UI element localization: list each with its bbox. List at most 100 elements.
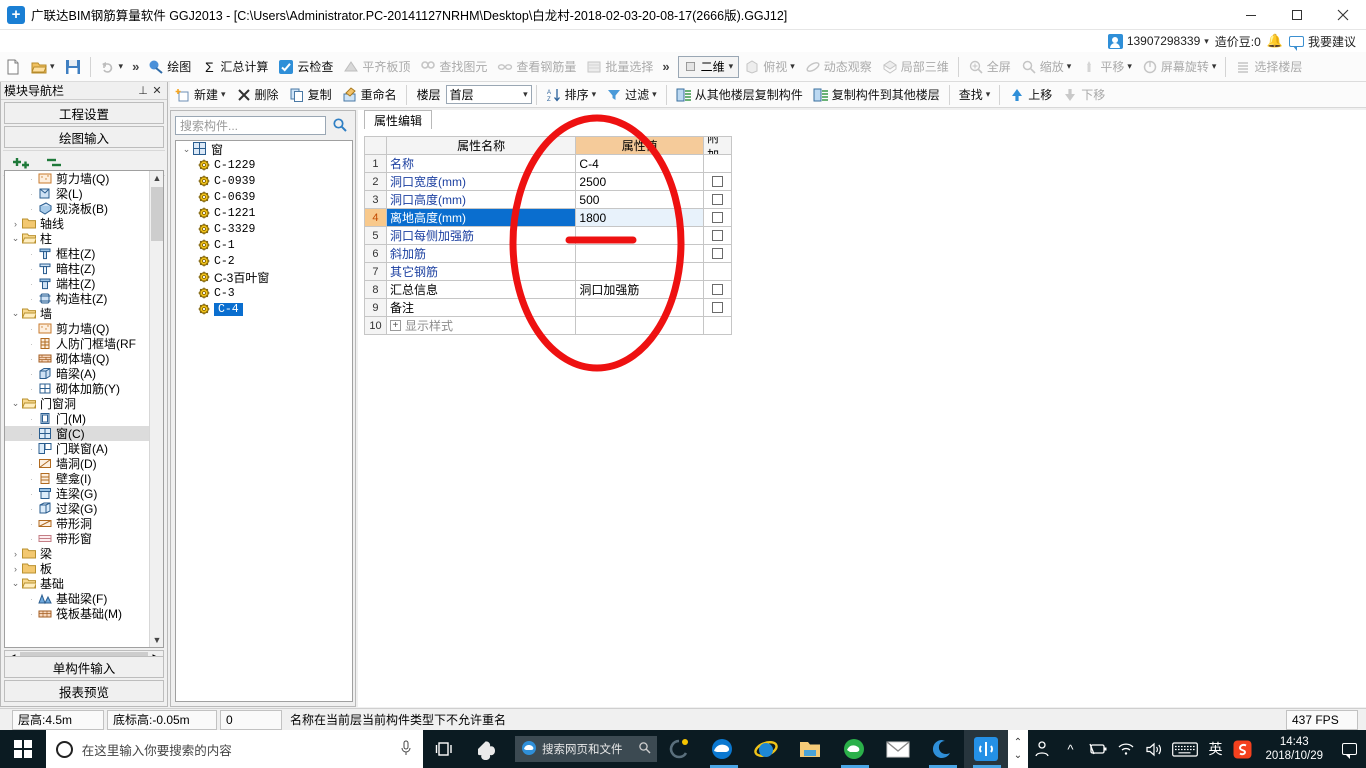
project-settings-button[interactable]: 工程设置 <box>4 102 164 124</box>
search-button[interactable] <box>329 115 351 135</box>
taskbar-clock[interactable]: 14:43 2018/10/29 <box>1256 735 1332 763</box>
property-row[interactable]: 9 备注 <box>365 299 732 317</box>
component-list-item[interactable]: C-4 <box>176 301 352 317</box>
account-user[interactable]: 13907298339 ▾ <box>1107 33 1209 49</box>
skype-button[interactable] <box>467 730 511 768</box>
module-tree-item-23[interactable]: · 带形洞 <box>5 516 151 531</box>
floor-select[interactable]: 首层 ▾ <box>445 85 532 104</box>
component-list-item[interactable]: C-2 <box>176 253 352 269</box>
property-row[interactable]: 6 斜加筋 <box>365 245 732 263</box>
append-checkbox[interactable] <box>712 212 724 223</box>
module-tree-item-14[interactable]: · 砌体加筋(Y) <box>5 381 151 396</box>
taskbar-search[interactable]: 在这里输入你要搜索的内容 <box>45 730 424 768</box>
property-value-cell[interactable] <box>576 245 705 263</box>
show-hidden-icons-button[interactable]: ^ <box>1056 730 1084 768</box>
suggest-button[interactable]: 我要建议 <box>1288 33 1356 51</box>
single-component-input-button[interactable]: 单构件输入 <box>4 656 164 678</box>
property-value-cell[interactable]: 1800 <box>576 209 705 227</box>
property-row[interactable]: 4 离地高度(mm) 1800 <box>365 209 732 227</box>
chevron-down-icon[interactable]: ⌄ <box>180 144 193 155</box>
ime-indicator[interactable]: 英 <box>1202 730 1228 768</box>
dynamic-orbit-button[interactable]: 动态观察 <box>800 54 877 80</box>
property-append-cell[interactable] <box>704 191 732 209</box>
append-checkbox[interactable] <box>712 176 724 187</box>
chevron-down-icon[interactable]: ⌄ <box>1014 749 1022 762</box>
component-list-item[interactable]: C-1229 <box>176 157 352 173</box>
property-row[interactable]: 7 其它钢筋 <box>365 263 732 281</box>
sort-button[interactable]: AZ 排序 ▾ <box>541 84 602 106</box>
internet-explorer-button[interactable] <box>744 730 788 768</box>
module-tree-item-19[interactable]: · 墙洞(D) <box>5 456 151 471</box>
undo-button[interactable]: ▾ <box>95 54 129 80</box>
microphone-icon[interactable] <box>399 740 413 759</box>
battery-icon[interactable] <box>1084 730 1112 768</box>
module-tree-item-28[interactable]: · 基础梁(F) <box>5 591 151 606</box>
copy-to-other-floor-button[interactable]: 复制构件到其他楼层 <box>808 84 945 106</box>
property-append-cell[interactable] <box>704 173 732 191</box>
task-view-button[interactable] <box>423 730 467 768</box>
component-tree-root[interactable]: ⌄ 窗 <box>176 141 352 157</box>
ggj-app-button[interactable] <box>963 730 1008 768</box>
draw-button[interactable]: 绘图 <box>143 54 196 80</box>
new-file-button[interactable] <box>0 54 26 80</box>
component-list-item[interactable]: C-1221 <box>176 205 352 221</box>
module-tree-item-20[interactable]: · 壁龛(I) <box>5 471 151 486</box>
taskbar-scroll-updown[interactable]: ⌃ ⌄ <box>1007 730 1029 768</box>
property-value-cell[interactable]: 洞口加强筋 <box>576 281 705 299</box>
property-row[interactable]: 1 名称 C-4 <box>365 155 732 173</box>
property-append-cell[interactable] <box>704 209 732 227</box>
property-value-cell[interactable] <box>576 317 705 335</box>
module-tree-item-24[interactable]: · 带形窗 <box>5 531 151 546</box>
toolbar-overflow-mid[interactable]: » <box>658 59 673 74</box>
module-tree-item-6[interactable]: · 暗柱(Z) <box>5 261 151 276</box>
property-row[interactable]: 10 + 显示样式 <box>365 317 732 335</box>
rename-component-button[interactable]: 重命名 <box>337 84 402 106</box>
property-value-cell[interactable]: 2500 <box>576 173 705 191</box>
cloud-check-button[interactable]: 云检查 <box>273 54 338 80</box>
append-checkbox[interactable] <box>712 284 724 295</box>
component-list-item[interactable]: C-3329 <box>176 221 352 237</box>
move-up-button[interactable]: 上移 <box>1004 84 1057 106</box>
module-tree-item-12[interactable]: · 砌体墙(Q) <box>5 351 151 366</box>
chevron-up-icon[interactable]: ⌃ <box>1014 736 1022 749</box>
append-checkbox[interactable] <box>712 194 724 205</box>
move-down-button[interactable]: 下移 <box>1057 84 1110 106</box>
volume-icon[interactable] <box>1140 730 1168 768</box>
module-tree-item-25[interactable]: › 梁 <box>5 546 151 561</box>
component-list-item[interactable]: C-0939 <box>176 173 352 189</box>
module-tree-item-15[interactable]: ⌄ 门窗洞 <box>5 396 151 411</box>
component-list-item[interactable]: C-3 <box>176 285 352 301</box>
property-value-cell[interactable]: C-4 <box>576 155 705 173</box>
property-append-cell[interactable] <box>704 281 732 299</box>
module-tree-item-9[interactable]: ⌄ 墙 <box>5 306 151 321</box>
maximize-button[interactable] <box>1274 0 1320 30</box>
open-file-button[interactable]: ▾ <box>26 54 60 80</box>
pin-icon[interactable]: ⊥ <box>136 84 150 97</box>
view-mode-selector[interactable]: 二维 ▾ <box>677 55 740 78</box>
scroll-thumb[interactable] <box>151 187 163 241</box>
save-button[interactable] <box>60 54 86 80</box>
select-floor-button[interactable]: 选择楼层 <box>1230 54 1307 80</box>
module-tree-item-27[interactable]: ⌄ 基础 <box>5 576 151 591</box>
filter-button[interactable]: 过滤 ▾ <box>601 84 662 106</box>
module-tree-item-8[interactable]: · 构造柱(Z) <box>5 291 151 306</box>
module-tree-item-26[interactable]: › 板 <box>5 561 151 576</box>
action-center-button[interactable] <box>1332 730 1366 768</box>
module-tree-item-18[interactable]: · 门联窗(A) <box>5 441 151 456</box>
keyboard-icon[interactable] <box>1168 730 1202 768</box>
property-value-cell[interactable]: 500 <box>576 191 705 209</box>
find-button[interactable]: 查找 ▾ <box>954 84 996 106</box>
edge-button[interactable] <box>701 730 745 768</box>
chevron-down-icon[interactable]: ⌄ <box>9 398 22 409</box>
align-slab-button[interactable]: 平齐板顶 <box>338 54 415 80</box>
notification-bell[interactable]: 🔔 <box>1267 33 1283 49</box>
screen-rotate-button[interactable]: 屏幕旋转 ▾ <box>1137 54 1222 80</box>
view-rebar-button[interactable]: 查看钢筋量 <box>492 54 581 80</box>
search-input[interactable]: 搜索构件... <box>175 115 326 135</box>
batch-select-button[interactable]: 批量选择 <box>581 54 658 80</box>
append-checkbox[interactable] <box>712 248 724 259</box>
draw-input-button[interactable]: 绘图输入 <box>4 126 164 148</box>
property-append-cell[interactable] <box>704 227 732 245</box>
component-list-item[interactable]: C-0639 <box>176 189 352 205</box>
zoom-button[interactable]: 缩放 ▾ <box>1016 54 1077 80</box>
